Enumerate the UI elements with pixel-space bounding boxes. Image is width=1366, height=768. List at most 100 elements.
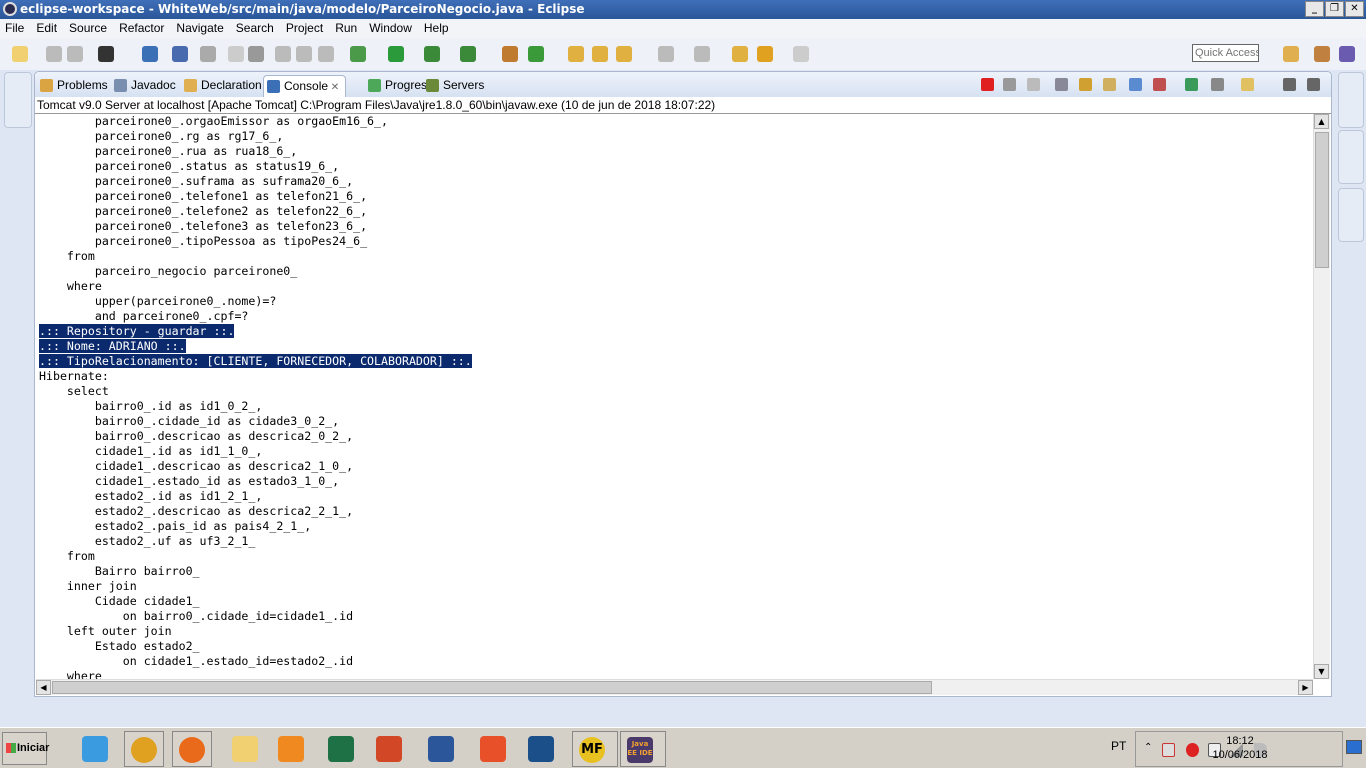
tab-declaration[interactable]: Declaration xyxy=(181,75,262,97)
clock[interactable]: 18:12 10/06/2018 xyxy=(1200,734,1280,762)
close-button[interactable]: ✕ xyxy=(1345,1,1364,17)
tab-problems[interactable]: Problems xyxy=(37,75,108,97)
remove-all-terminated-icon[interactable] xyxy=(1027,78,1040,91)
menu-window[interactable]: Window xyxy=(369,19,412,38)
taskbar-word[interactable] xyxy=(422,731,462,767)
toolbar-button-icon[interactable] xyxy=(732,46,748,62)
menu-help[interactable]: Help xyxy=(424,19,449,38)
scroll-lock-icon[interactable] xyxy=(1079,78,1092,91)
vertical-scrollbar[interactable]: ▲ ▼ xyxy=(1313,114,1330,679)
toolbar-button-icon[interactable] xyxy=(616,46,632,62)
show-stdout-icon[interactable] xyxy=(1129,78,1142,91)
toolbar-button-icon[interactable] xyxy=(793,46,809,62)
taskbar-firefox[interactable] xyxy=(172,731,212,767)
horizontal-scrollbar[interactable]: ◀ ▶ xyxy=(36,679,1313,695)
show-hidden-icons[interactable]: ⌃ xyxy=(1144,742,1152,753)
quick-access-input[interactable] xyxy=(1192,44,1259,62)
start-button[interactable]: Iniciar xyxy=(2,732,49,765)
right-trim-stack-3[interactable] xyxy=(1338,188,1364,242)
tab-servers[interactable]: Servers xyxy=(423,75,484,97)
scroll-down-arrow[interactable]: ▼ xyxy=(1314,664,1329,679)
debug-perspective-icon[interactable] xyxy=(1314,46,1330,62)
menu-file[interactable]: File xyxy=(5,19,24,38)
toolbar-button-icon[interactable] xyxy=(98,46,114,62)
word-wrap-icon[interactable] xyxy=(1103,78,1116,91)
taskbar-mf[interactable]: MF xyxy=(572,731,618,767)
toolbar-button-icon[interactable] xyxy=(67,46,83,62)
menu-navigate[interactable]: Navigate xyxy=(176,19,223,38)
maximize-view-icon[interactable] xyxy=(1307,78,1320,91)
taskbar-internet-explorer[interactable] xyxy=(76,731,116,767)
menu-search[interactable]: Search xyxy=(236,19,274,38)
toolbar-button-icon[interactable] xyxy=(568,46,584,62)
taskbar-file-explorer[interactable] xyxy=(226,731,266,767)
tab-javadoc[interactable]: Javadoc xyxy=(111,75,176,97)
toolbar-button-icon[interactable] xyxy=(388,46,404,62)
action-center-icon[interactable] xyxy=(1162,743,1175,757)
right-trim-stack-1[interactable] xyxy=(1338,72,1364,128)
menu-source[interactable]: Source xyxy=(69,19,107,38)
open-console-icon[interactable] xyxy=(1241,78,1254,91)
show-desktop-icon[interactable] xyxy=(1346,740,1362,754)
taskbar-eclipse-javaee[interactable]: Java EE IDE xyxy=(620,731,666,767)
toolbar-button-icon[interactable] xyxy=(318,46,334,62)
minimize-button[interactable]: _ xyxy=(1305,1,1324,17)
clear-console-icon[interactable] xyxy=(1055,78,1068,91)
horizontal-scroll-thumb[interactable] xyxy=(52,681,932,694)
display-console-icon[interactable] xyxy=(1211,78,1224,91)
toolbar-button-icon[interactable] xyxy=(296,46,312,62)
toolbar-button-icon[interactable] xyxy=(694,46,710,62)
taskbar-media-player[interactable] xyxy=(272,731,312,767)
mega-icon[interactable] xyxy=(1186,743,1199,757)
toolbar-button-icon[interactable] xyxy=(350,46,366,62)
open-perspective-icon[interactable] xyxy=(1283,46,1299,62)
language-indicator[interactable]: PT xyxy=(1111,739,1126,753)
restore-button[interactable]: ❐ xyxy=(1325,1,1344,17)
taskbar-excel[interactable] xyxy=(322,731,362,767)
console-line: inner join xyxy=(36,579,1313,594)
minimize-view-icon[interactable] xyxy=(1283,78,1296,91)
left-trim-stack[interactable] xyxy=(4,72,32,128)
menu-edit[interactable]: Edit xyxy=(36,19,57,38)
tab-console[interactable]: Console ✕ xyxy=(263,75,347,97)
taskbar-chrome[interactable] xyxy=(124,731,164,767)
scroll-left-arrow[interactable]: ◀ xyxy=(36,680,51,695)
vertical-scroll-thumb[interactable] xyxy=(1315,132,1329,268)
console-line: parceiro_negocio parceirone0_ xyxy=(36,264,1313,279)
toolbar-button-icon[interactable] xyxy=(757,46,773,62)
toolbar-button-icon[interactable] xyxy=(200,46,216,62)
toolbar-button-icon[interactable] xyxy=(46,46,62,62)
javaee-perspective-icon[interactable] xyxy=(1339,46,1355,62)
toolbar-button-icon[interactable] xyxy=(592,46,608,62)
toolbar-button-icon[interactable] xyxy=(228,46,244,62)
toolbar-button-icon[interactable] xyxy=(12,46,28,62)
pin-console-icon[interactable] xyxy=(1185,78,1198,91)
toolbar-button-icon[interactable] xyxy=(528,46,544,62)
scroll-up-arrow[interactable]: ▲ xyxy=(1314,114,1329,129)
taskbar-virtualbox[interactable] xyxy=(522,731,562,767)
terminate-icon[interactable] xyxy=(981,78,994,91)
toolbar-button-icon[interactable] xyxy=(172,46,188,62)
toolbar-button-icon[interactable] xyxy=(658,46,674,62)
right-trim-stack-2[interactable] xyxy=(1338,130,1364,184)
media-player-icon xyxy=(278,736,304,762)
console-output[interactable]: parceirone0_.orgaoEmissor as orgaoEm16_6… xyxy=(36,114,1313,679)
show-stderr-icon[interactable] xyxy=(1153,78,1166,91)
toolbar-button-icon[interactable] xyxy=(502,46,518,62)
remove-launch-icon[interactable] xyxy=(1003,78,1016,91)
console-text: parceirone0_.rua as rua18_6_, xyxy=(39,144,298,158)
menu-run[interactable]: Run xyxy=(335,19,357,38)
taskbar-acrobat[interactable] xyxy=(474,731,514,767)
taskbar-powerpoint[interactable] xyxy=(370,731,410,767)
tab-label: Servers xyxy=(443,78,485,92)
powerpoint-icon xyxy=(376,736,402,762)
toolbar-button-icon[interactable] xyxy=(460,46,476,62)
toolbar-button-icon[interactable] xyxy=(424,46,440,62)
toolbar-button-icon[interactable] xyxy=(142,46,158,62)
scroll-right-arrow[interactable]: ▶ xyxy=(1298,680,1313,695)
menu-refactor[interactable]: Refactor xyxy=(119,19,164,38)
toolbar-button-icon[interactable] xyxy=(248,46,264,62)
close-tab-icon[interactable]: ✕ xyxy=(328,82,339,93)
toolbar-button-icon[interactable] xyxy=(275,46,291,62)
menu-project[interactable]: Project xyxy=(286,19,323,38)
